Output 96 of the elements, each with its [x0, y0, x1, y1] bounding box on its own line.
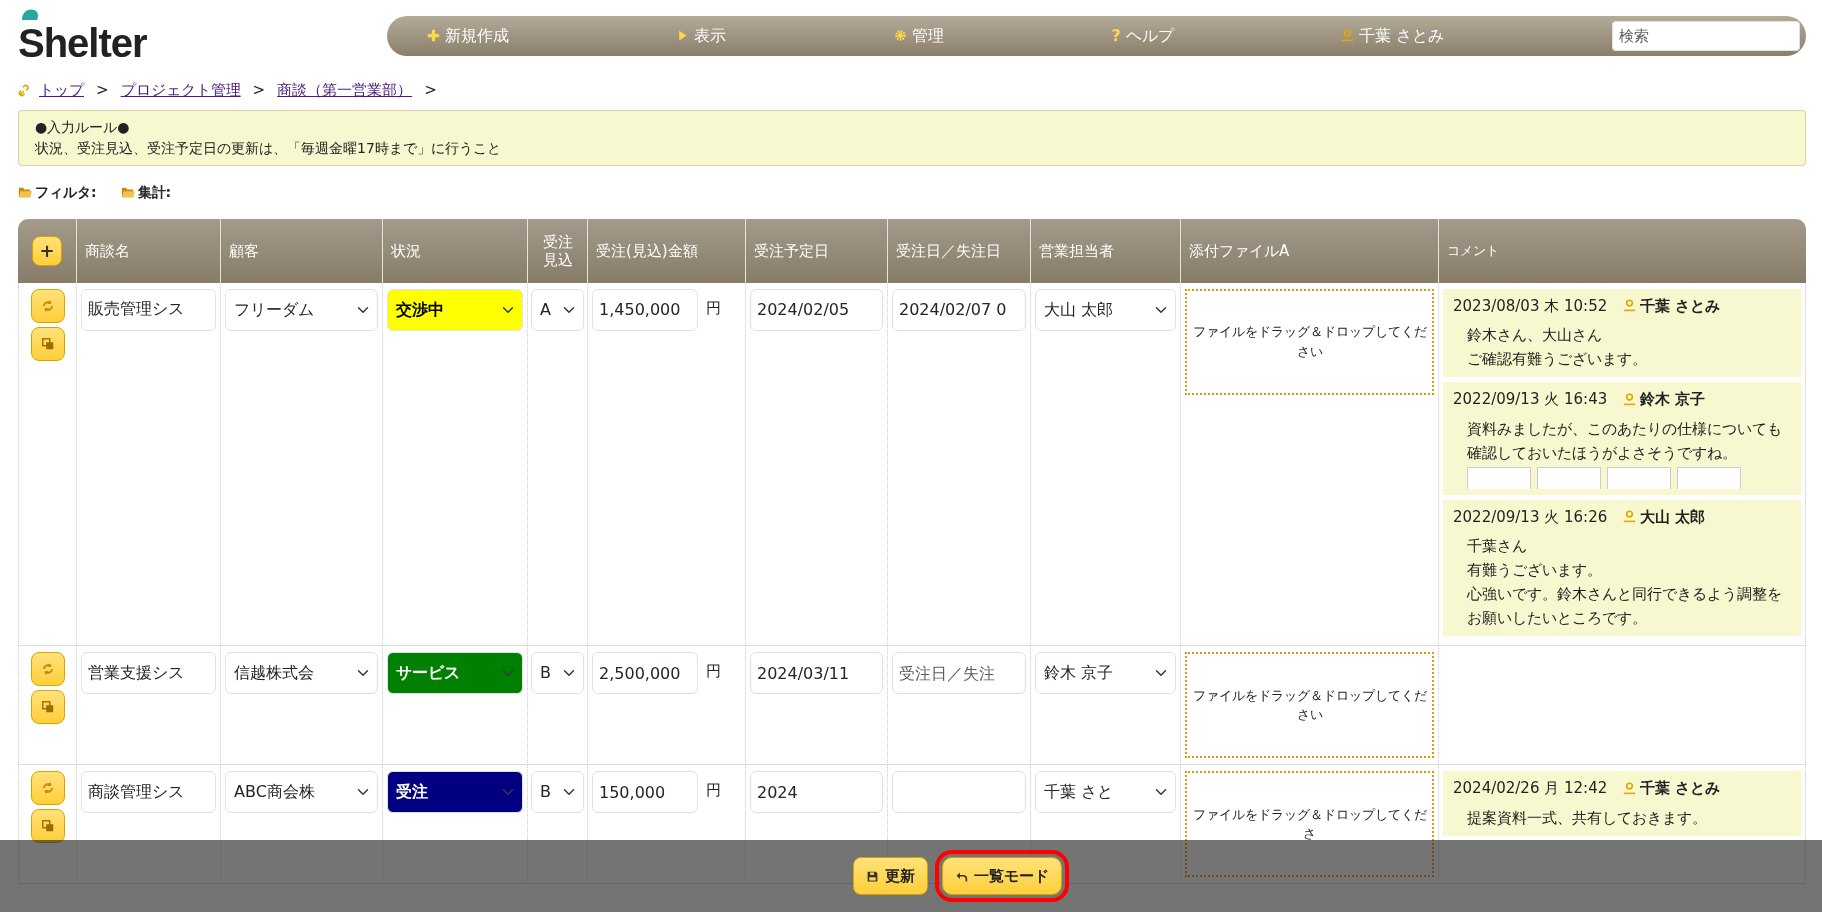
triangle-icon	[676, 29, 690, 42]
comment-author: 千葉 さとみ	[1640, 778, 1721, 799]
date-field[interactable]: 2024	[750, 771, 883, 813]
notice-title: ●入力ルール●	[35, 117, 131, 137]
save-icon	[865, 869, 879, 883]
currency-label: 円	[706, 661, 721, 682]
prospect-select[interactable]: B	[531, 652, 584, 694]
column-header: 受注予定日	[754, 241, 830, 260]
search-field[interactable]: 検索	[1611, 20, 1800, 51]
comment-author: 大山 太郎	[1640, 506, 1706, 528]
breadcrumb-separator: >	[252, 80, 266, 101]
column-header: 受注日／失注日	[896, 241, 1002, 260]
user-icon	[1623, 299, 1637, 313]
user-icon	[1623, 510, 1637, 524]
column-header: 添付ファイルA	[1189, 241, 1291, 260]
status-select[interactable]: 交渉中	[387, 288, 523, 331]
drop-zone[interactable]: ファイルをドラッグ＆ドロップしてください	[1185, 652, 1434, 758]
rep-select[interactable]: 鈴木 京子	[1035, 652, 1176, 694]
column-header: 顧客	[229, 241, 260, 260]
refresh-button[interactable]	[30, 652, 65, 686]
column-header: コメント	[1447, 242, 1500, 259]
date-field[interactable]	[892, 771, 1026, 813]
name-field[interactable]: 販売管理シス	[81, 288, 216, 331]
breadcrumb-link[interactable]: プロジェクト管理	[120, 79, 241, 102]
customer-select[interactable]: 信越株式会	[225, 652, 378, 694]
amount-field[interactable]: 150,000	[592, 771, 698, 813]
gear-icon	[893, 29, 907, 42]
logo-mark-icon	[20, 8, 40, 22]
comment-author: 鈴木 京子	[1640, 389, 1706, 410]
add-button[interactable]: +	[32, 235, 62, 266]
comment-time: 2023/08/03 木 10:52	[1453, 295, 1608, 317]
comment-time: 2024/02/26 月 12:42	[1453, 778, 1608, 799]
customer-select[interactable]: ABC商会株	[225, 771, 378, 813]
customer-select[interactable]: フリーダム	[225, 288, 378, 331]
name-field[interactable]: 商談管理シス	[81, 771, 216, 813]
date-field[interactable]: 2024/02/05	[750, 288, 883, 331]
link-icon	[18, 83, 31, 97]
drop-zone[interactable]: ファイルをドラッグ＆ドロップしてくださ	[1185, 771, 1434, 877]
comment-text: 提案資料一式、共有しておきます。	[1467, 807, 1708, 829]
status-select[interactable]: サービス	[387, 652, 523, 694]
copy-button[interactable]	[30, 809, 65, 843]
copy-button[interactable]	[30, 326, 65, 361]
comment-text: ご確認有難うございます。	[1467, 349, 1648, 370]
currency-label: 円	[706, 780, 721, 801]
user-icon	[1623, 392, 1637, 406]
comment-text: 資料みましたが、このあたりの仕様についても確認しておいたほうがよさそうですね。	[1467, 418, 1783, 464]
copy-button[interactable]	[30, 690, 65, 724]
column-header: 受注	[541, 232, 574, 251]
amount-field[interactable]: 2,500,000	[592, 652, 698, 694]
date-field[interactable]: 2024/02/07 0	[892, 288, 1026, 331]
rep-select[interactable]: 千葉 さと	[1035, 771, 1176, 813]
date-field[interactable]: 2024/03/11	[750, 652, 883, 694]
plus-icon	[426, 29, 440, 42]
folder-icon	[18, 185, 32, 199]
thumbnail-placeholder[interactable]	[1607, 466, 1671, 489]
column-header: 商談名	[85, 241, 131, 260]
thumbnail-placeholder[interactable]	[1537, 466, 1601, 489]
comment-time: 2022/09/13 火 16:26	[1453, 506, 1608, 528]
column-header: 営業担当者	[1039, 241, 1115, 260]
notice-text: 状況、受注見込、受注予定日の更新は、「毎週金曜17時まで」に行うこと	[35, 138, 502, 158]
folder-icon	[120, 185, 135, 199]
breadcrumb-link[interactable]: 商談（第一営業部）	[277, 79, 413, 102]
name-field[interactable]: 営業支援シス	[81, 652, 216, 694]
column-header: 見込	[541, 250, 574, 269]
breadcrumb-separator: >	[424, 80, 437, 101]
update-button[interactable]: 更新	[852, 856, 928, 896]
refresh-button[interactable]	[30, 288, 65, 323]
copy-icon	[40, 336, 55, 351]
toggle-link[interactable]: フィルタ:	[18, 181, 97, 203]
logo: Shelter	[18, 23, 147, 63]
copy-icon	[40, 700, 55, 714]
column-header: 受注(見込)金額	[596, 241, 699, 260]
breadcrumb-separator: >	[96, 80, 109, 101]
user-icon	[1623, 781, 1637, 795]
rep-select[interactable]: 大山 太郎	[1035, 288, 1176, 331]
prospect-select[interactable]: A	[531, 288, 584, 331]
amount-field[interactable]: 1,450,000	[592, 288, 698, 331]
drop-zone[interactable]: ファイルをドラッグ＆ドロップしてください	[1185, 288, 1434, 395]
refresh-button[interactable]	[30, 771, 65, 805]
comment-author: 千葉 さとみ	[1640, 295, 1721, 317]
copy-icon	[40, 819, 55, 833]
comment-text: 心強いです。鈴木さんと同行できるよう調整をお願いしたいところです。	[1467, 584, 1783, 629]
status-select[interactable]: 受注	[387, 771, 523, 813]
currency-label: 円	[706, 297, 721, 319]
thumbnail-placeholder[interactable]	[1677, 466, 1741, 489]
column-header: 状況	[391, 241, 422, 260]
breadcrumb-link[interactable]: トップ	[39, 79, 84, 102]
comment-time: 2022/09/13 火 16:43	[1453, 389, 1608, 410]
user-icon	[1341, 29, 1355, 42]
toggle-link[interactable]: 集計:	[120, 181, 172, 203]
thumbnail-placeholder[interactable]	[1467, 466, 1531, 489]
comment-text: 有難うございます。	[1467, 560, 1603, 581]
comment-text: 鈴木さん、大山さん	[1467, 325, 1603, 346]
prospect-select[interactable]: B	[531, 771, 584, 813]
date-field[interactable]: 受注日／失注	[892, 652, 1026, 694]
comment-text: 千葉さん	[1467, 536, 1528, 557]
